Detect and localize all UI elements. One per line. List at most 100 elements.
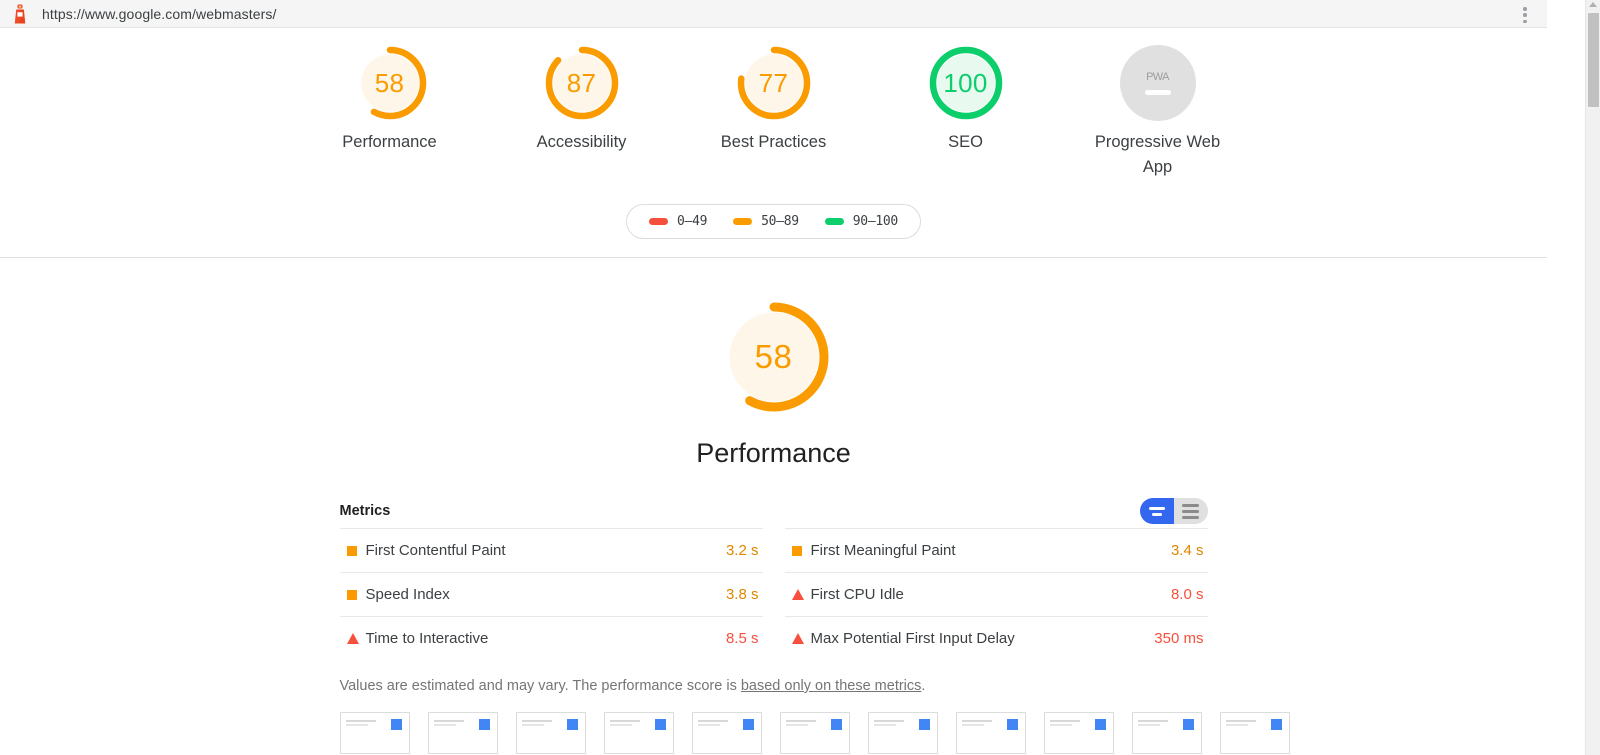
vertical-scrollbar[interactable] xyxy=(1585,0,1600,755)
performance-score-value: 58 xyxy=(754,338,793,375)
scroll-up-arrow-icon[interactable] xyxy=(1589,2,1597,7)
scrollbar-thumb[interactable] xyxy=(1588,13,1599,107)
gauge-ring: 100 xyxy=(928,45,1004,121)
performance-gauge: 58 xyxy=(716,299,832,415)
legend-range-label: 0–49 xyxy=(677,214,708,229)
filmstrip-thumbnail[interactable] xyxy=(603,712,674,754)
pwa-badge-text: PWA xyxy=(1146,71,1169,83)
filmstrip-thumbnail[interactable] xyxy=(955,712,1026,754)
metric-row[interactable]: Speed Index 3.8 s xyxy=(339,572,763,616)
triangle-marker-icon xyxy=(791,589,804,600)
metrics-header: Metrics xyxy=(340,496,1208,526)
filmstrip-thumbnail[interactable] xyxy=(1131,712,1202,754)
page-title: Performance xyxy=(696,438,851,468)
metric-row[interactable]: Max Potential First Input Delay 350 ms xyxy=(784,616,1208,660)
scores-section: 58 Performance 87 Accessibility 77 Best … xyxy=(0,28,1547,258)
score-gauges-row: 58 Performance 87 Accessibility 77 Best … xyxy=(0,45,1547,180)
metric-status-marker xyxy=(340,589,366,600)
metrics-column-right: First Meaningful Paint 3.4 s First CPU I… xyxy=(784,528,1208,660)
metric-status-marker xyxy=(340,633,366,644)
square-marker-icon xyxy=(346,545,357,556)
legend-swatch-green xyxy=(824,218,844,225)
score-label: Best Practices xyxy=(720,133,827,151)
triangle-marker-icon xyxy=(346,633,359,644)
score-value: 58 xyxy=(374,67,405,98)
triangle-marker-icon xyxy=(791,633,804,644)
score-gauge-progressive-web-app[interactable]: PWA Progressive Web App xyxy=(1094,45,1222,180)
filmstrip-thumbnail[interactable] xyxy=(427,712,498,754)
filmstrip-thumbnail[interactable] xyxy=(867,712,938,754)
toggle-expanded-view-icon[interactable] xyxy=(1173,498,1208,524)
metric-value: 8.5 s xyxy=(725,630,759,647)
gauge-ring: 58 xyxy=(352,45,428,121)
legend-wrapper: 0–49 50–89 90–100 xyxy=(0,204,1547,239)
metrics-view-toggle[interactable] xyxy=(1139,498,1208,524)
disclaimer-text-after: . xyxy=(921,678,926,694)
legend-range-label: 50–89 xyxy=(761,214,799,229)
metric-name: First Contentful Paint xyxy=(365,542,506,559)
filmstrip-thumbnail[interactable] xyxy=(691,712,762,754)
legend-item: 0–49 xyxy=(649,214,707,229)
metric-row[interactable]: Time to Interactive 8.5 s xyxy=(339,616,763,660)
square-marker-icon xyxy=(346,589,357,600)
score-value: 77 xyxy=(758,67,789,98)
toggle-simple-view-icon[interactable] xyxy=(1139,498,1174,524)
legend-swatch-red xyxy=(649,218,669,225)
metric-status-marker xyxy=(785,589,811,600)
score-gauge-accessibility[interactable]: 87 Accessibility xyxy=(518,45,646,155)
metric-value: 3.4 s xyxy=(1170,542,1204,559)
score-label: Accessibility xyxy=(536,133,627,151)
legend-item: 50–89 xyxy=(733,214,799,229)
score-gauge-seo[interactable]: 100 SEO xyxy=(902,45,1030,155)
square-marker-icon xyxy=(791,545,802,556)
filmstrip-thumbnail[interactable] xyxy=(1043,712,1114,754)
score-label: Performance xyxy=(342,133,437,151)
performance-category-section: 58 Performance xyxy=(0,258,1547,469)
screenshot-filmstrip xyxy=(339,712,1290,754)
score-gauge-performance[interactable]: 58 Performance xyxy=(326,45,454,155)
score-legend: 0–49 50–89 90–100 xyxy=(626,204,921,239)
filmstrip-thumbnail[interactable] xyxy=(779,712,850,754)
score-value: 87 xyxy=(566,67,597,98)
filmstrip-thumbnail[interactable] xyxy=(339,712,410,754)
score-gauge-best-practices[interactable]: 77 Best Practices xyxy=(710,45,838,155)
score-value: 100 xyxy=(943,67,988,98)
metric-row[interactable]: First Contentful Paint 3.2 s xyxy=(339,528,763,572)
metric-value: 8.0 s xyxy=(1170,586,1204,603)
lighthouse-report: 58 Performance 87 Accessibility 77 Best … xyxy=(0,28,1547,755)
browser-url-bar: https://www.google.com/webmasters/ xyxy=(0,0,1547,28)
metric-name: Max Potential First Input Delay xyxy=(810,630,1015,647)
metrics-disclaimer: Values are estimated and may vary. The p… xyxy=(340,678,1208,694)
legend-swatch-orange xyxy=(733,218,753,225)
metrics-heading: Metrics xyxy=(339,503,391,519)
metric-status-marker xyxy=(785,545,811,556)
metric-status-marker xyxy=(785,633,811,644)
score-label: Progressive Web App xyxy=(1094,133,1221,176)
gauge-ring: 77 xyxy=(736,45,812,121)
legend-range-label: 90–100 xyxy=(852,214,898,229)
metric-name: First CPU Idle xyxy=(810,586,904,603)
metrics-column-left: First Contentful Paint 3.2 s Speed Index… xyxy=(339,528,763,660)
legend-item: 90–100 xyxy=(824,214,898,229)
metrics-columns: First Contentful Paint 3.2 s Speed Index… xyxy=(339,528,1208,660)
metric-name: Speed Index xyxy=(365,586,450,603)
pwa-badge-dash xyxy=(1144,90,1171,95)
metric-row[interactable]: First Meaningful Paint 3.4 s xyxy=(784,528,1208,572)
disclaimer-text-before: Values are estimated and may vary. The p… xyxy=(339,678,741,694)
metrics-doc-link[interactable]: based only on these metrics xyxy=(741,678,922,694)
metrics-block: Metrics First Contentful Paint 3.2 s Spe… xyxy=(339,496,1208,694)
metric-row[interactable]: First CPU Idle 8.0 s xyxy=(784,572,1208,616)
metric-value: 3.2 s xyxy=(725,542,759,559)
kebab-menu-icon[interactable] xyxy=(1517,6,1533,24)
metric-name: Time to Interactive xyxy=(365,630,489,647)
url-text[interactable]: https://www.google.com/webmasters/ xyxy=(42,6,277,22)
lighthouse-icon xyxy=(12,4,28,24)
score-label: SEO xyxy=(948,133,983,151)
filmstrip-thumbnail[interactable] xyxy=(515,712,586,754)
metric-status-marker xyxy=(340,545,366,556)
metric-name: First Meaningful Paint xyxy=(810,542,956,559)
metric-value: 3.8 s xyxy=(725,586,759,603)
metric-value: 350 ms xyxy=(1154,630,1204,647)
filmstrip-thumbnail[interactable] xyxy=(1219,712,1290,754)
pwa-badge-icon: PWA xyxy=(1119,45,1196,121)
